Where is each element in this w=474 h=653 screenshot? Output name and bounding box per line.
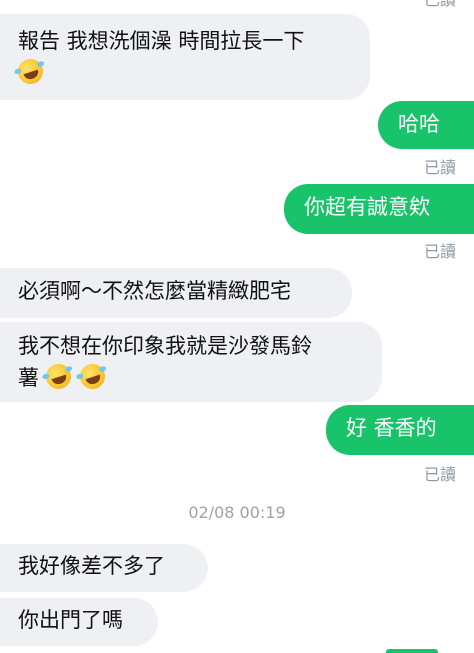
message-bubble-sent[interactable]: 你超有誠意欸 [284, 184, 474, 234]
next-sent-bubble-edge [386, 649, 438, 653]
message-text: 我好像差不多了 [18, 554, 165, 578]
message-bubble-sent[interactable]: 哈哈 [378, 101, 474, 149]
message-text: 你出門了嗎 [18, 608, 123, 632]
read-receipt: 已讀 [424, 0, 456, 10]
date-divider: 02/08 00:19 [188, 503, 286, 522]
message-text: 好 香香的 [346, 416, 437, 440]
message-bubble-sent[interactable]: 好 香香的 [326, 405, 474, 455]
rolling-on-floor-laughing-icon [42, 360, 74, 393]
message-bubble-received[interactable]: 我好像差不多了 [0, 544, 208, 592]
message-text-line2: 薯 [18, 366, 39, 390]
message-bubble-received[interactable]: 必須啊～不然怎麼當精緻肥宅 [0, 268, 352, 318]
message-bubble-received[interactable]: 報告 我想洗個澡 時間拉長一下 [0, 14, 370, 100]
message-bubble-received[interactable]: 我不想在你印象我就是沙發馬鈴 薯 [0, 322, 382, 402]
message-bubble-received[interactable]: 你出門了嗎 [0, 598, 158, 646]
message-text: 哈哈 [398, 112, 440, 136]
read-receipt: 已讀 [423, 465, 456, 484]
emoji-row [14, 55, 350, 89]
read-receipt: 已讀 [423, 242, 456, 261]
message-text: 你超有誠意欸 [304, 195, 430, 219]
rolling-on-floor-laughing-icon [77, 360, 109, 393]
rolling-on-floor-laughing-icon [14, 55, 47, 88]
message-text: 報告 我想洗個澡 時間拉長一下 [18, 29, 305, 53]
message-text-continued: 薯 [18, 360, 362, 394]
message-text: 我不想在你印象我就是沙發馬鈴 [18, 334, 312, 358]
read-receipt: 已讀 [423, 158, 456, 177]
message-text: 必須啊～不然怎麼當精緻肥宅 [18, 279, 291, 303]
